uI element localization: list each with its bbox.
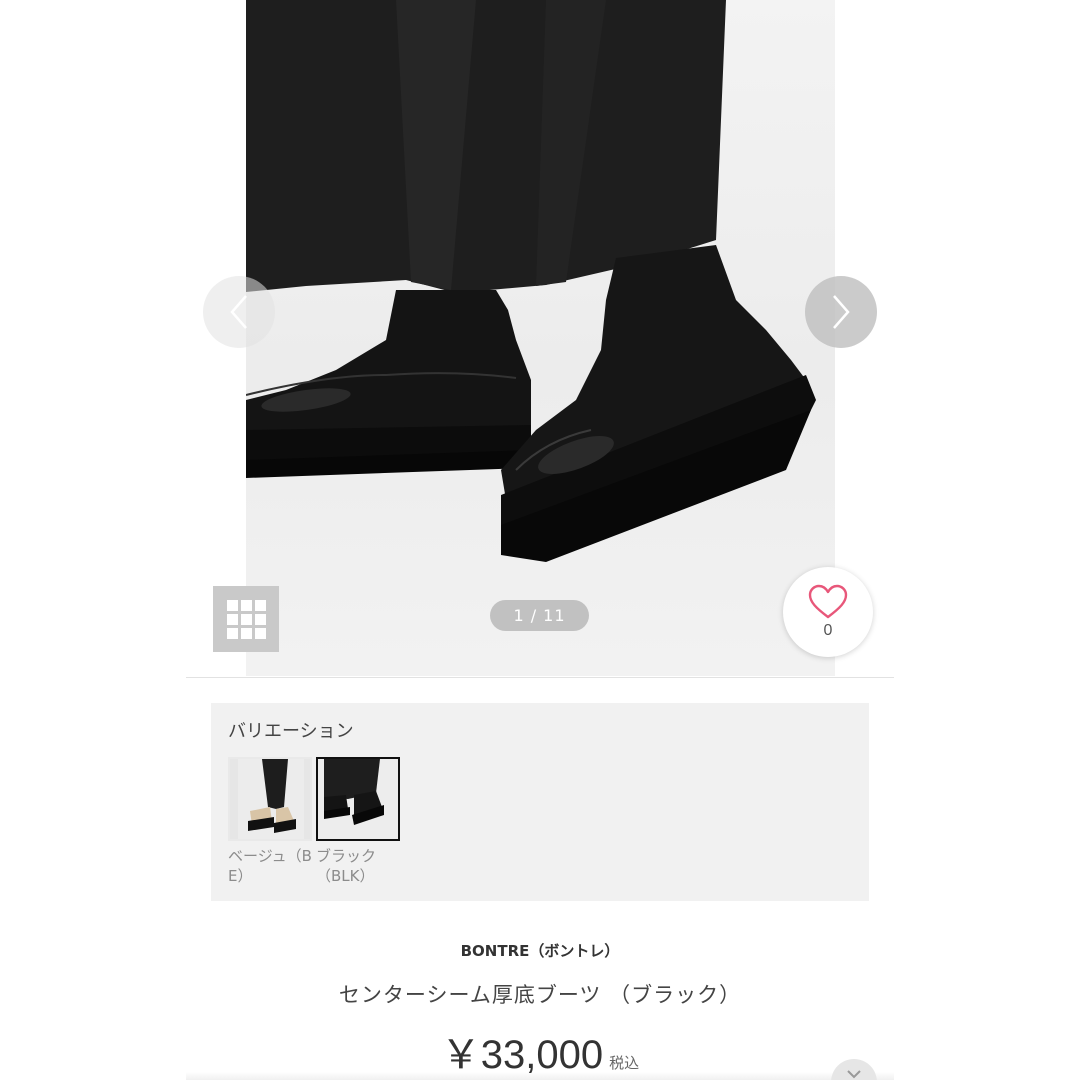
variation-label: ベージュ（BE） — [228, 847, 312, 885]
grid-icon-cell — [254, 627, 266, 639]
black-boot-thumbnail — [318, 759, 394, 835]
grid-icon-cell — [240, 599, 252, 611]
product-photo[interactable] — [246, 0, 835, 676]
grid-icon-cell — [226, 627, 238, 639]
grid-view-button[interactable] — [213, 586, 279, 652]
grid-icon-cell — [240, 627, 252, 639]
next-image-button[interactable] — [805, 276, 877, 348]
chevron-right-icon — [833, 295, 850, 329]
beige-boot-thumbnail — [230, 759, 310, 839]
variation-thumbnail-selected — [316, 757, 400, 841]
variation-item-black[interactable]: ブラック（BLK） — [316, 757, 400, 886]
heart-icon — [808, 584, 848, 619]
grid-icon-cell — [240, 613, 252, 625]
product-page: 1 / 11 0 バリエーション ベージュ（BE） ブラック（BLK） BONT… — [0, 0, 1080, 1080]
chevron-down-icon — [847, 1070, 861, 1079]
variation-title: バリエーション — [228, 721, 354, 742]
tax-label: 税込 — [609, 1054, 640, 1072]
grid-icon-cell — [226, 613, 238, 625]
favorite-button[interactable]: 0 — [783, 567, 873, 657]
previous-image-button[interactable] — [203, 276, 275, 348]
grid-icon-cell — [254, 613, 266, 625]
grid-icon-cell — [254, 599, 266, 611]
bottom-shadow — [186, 1072, 894, 1080]
variation-thumbnail — [228, 757, 312, 841]
favorite-count: 0 — [823, 622, 833, 639]
grid-icon-cell — [226, 599, 238, 611]
brand-name[interactable]: BONTRE（ボントレ） — [0, 940, 1080, 961]
image-counter: 1 / 11 — [490, 600, 589, 631]
product-name: センターシーム厚底ブーツ （ブラック） — [338, 983, 742, 1007]
boots-photo-illustration — [246, 0, 816, 562]
chevron-left-icon — [230, 295, 247, 329]
variation-panel: バリエーション ベージュ（BE） ブラック（BLK） — [211, 703, 869, 901]
variation-item-beige[interactable]: ベージュ（BE） — [228, 757, 312, 886]
variation-label: ブラック（BLK） — [316, 847, 377, 885]
product-gallery: 1 / 11 0 — [186, 0, 894, 678]
